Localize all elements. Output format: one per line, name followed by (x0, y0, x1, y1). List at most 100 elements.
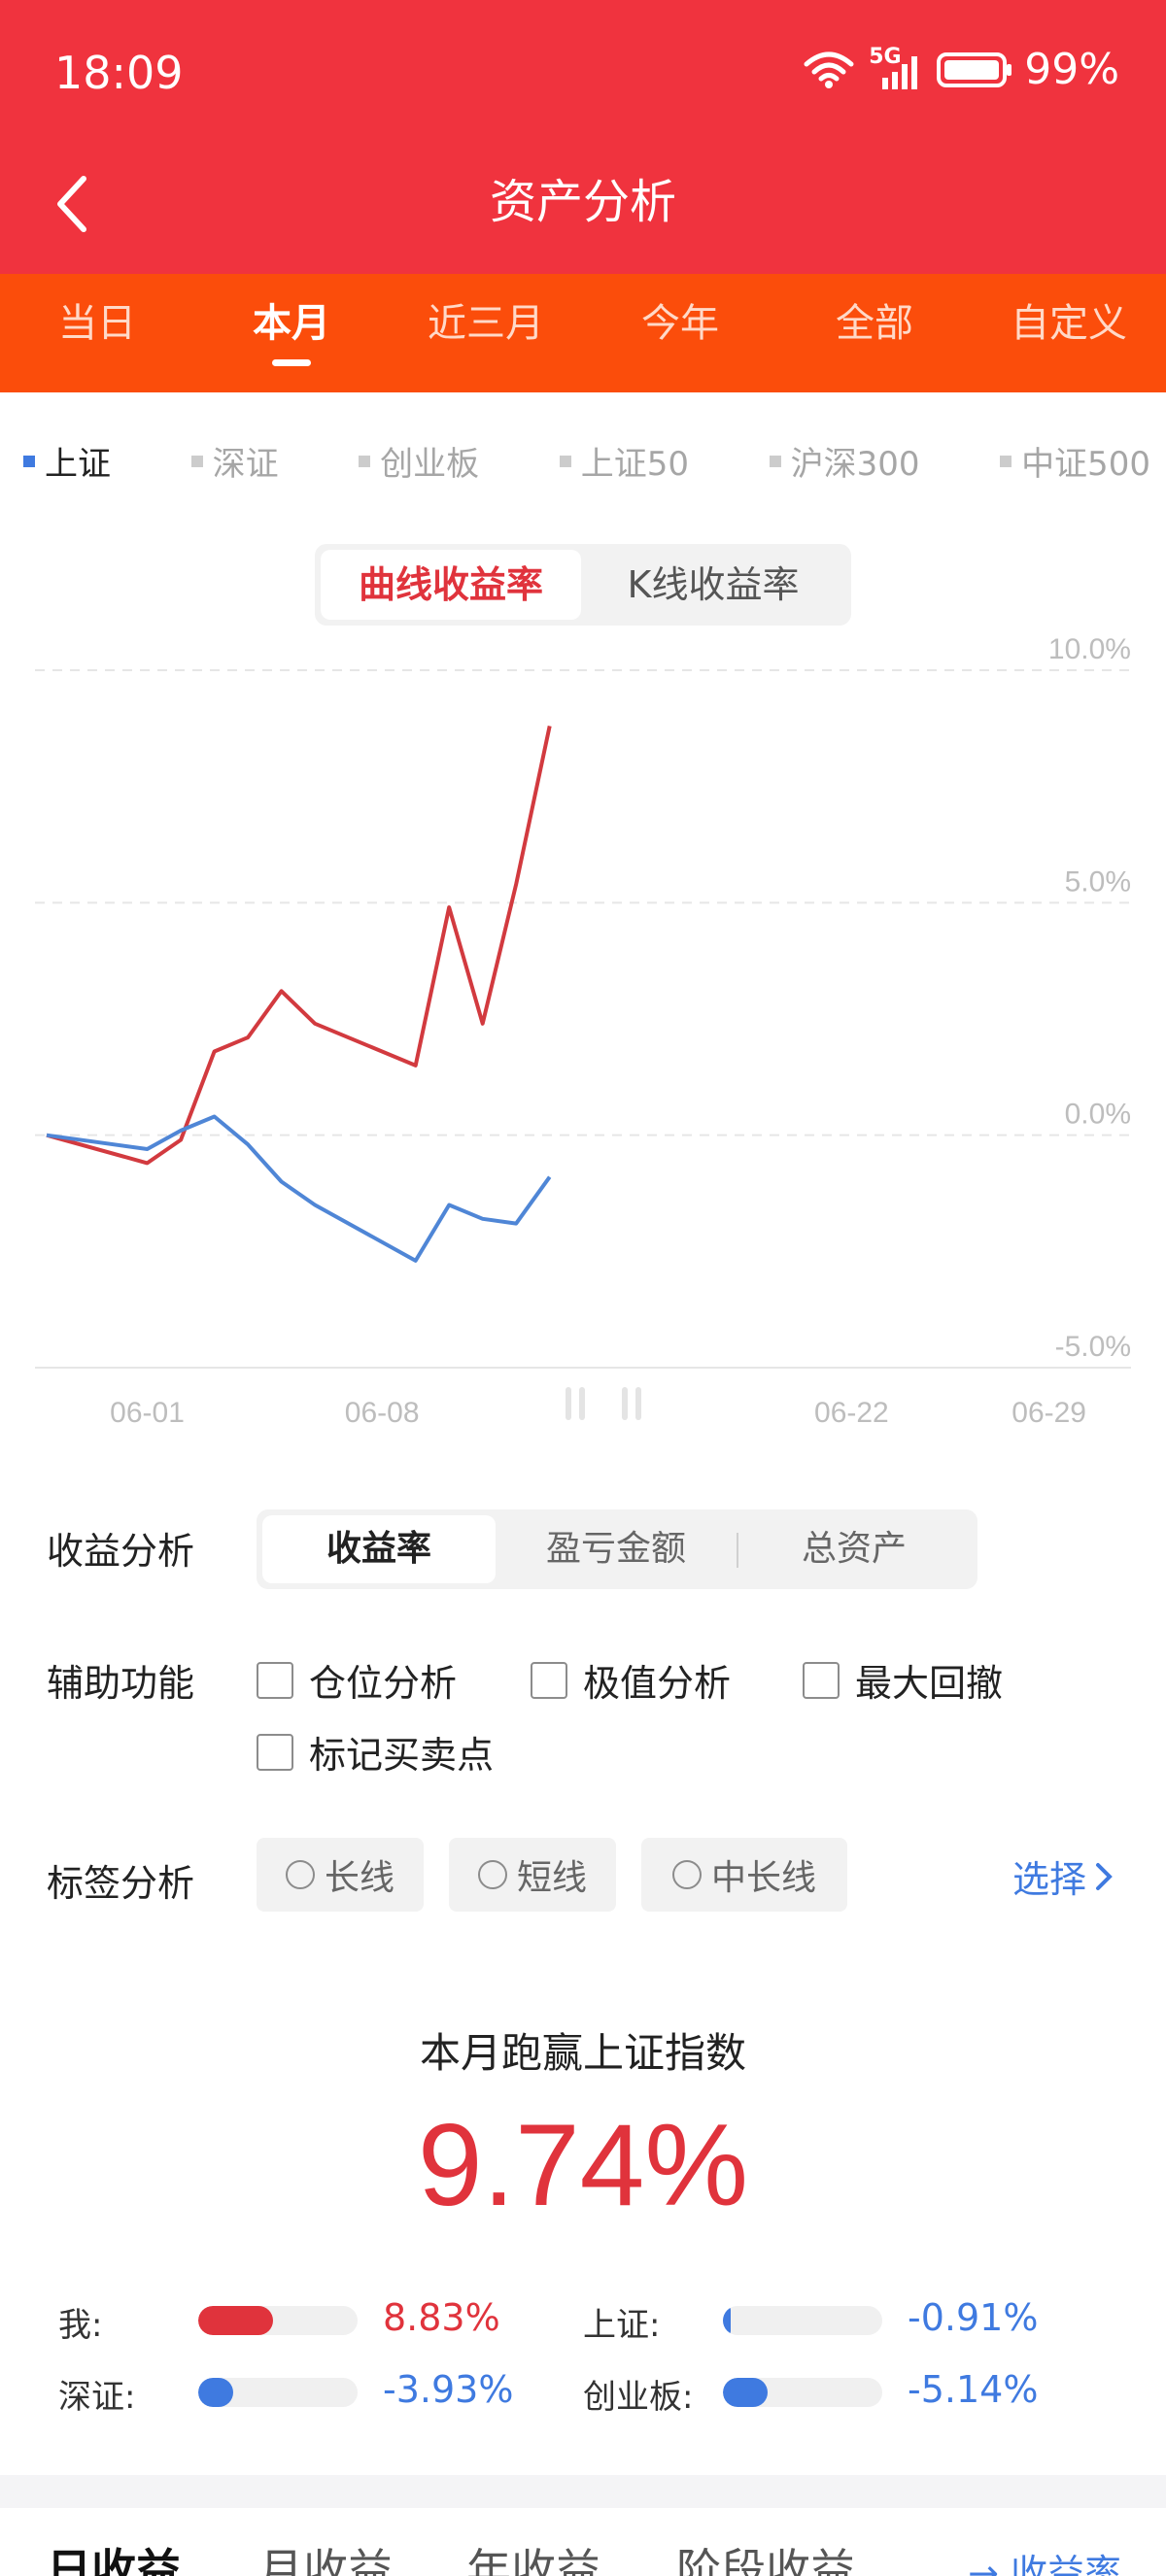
return-chart[interactable]: 10.0% 5.0% 0.0% -5.0% 06-01 06-08 06-22 06-29 (0, 622, 1166, 1438)
compare-bar-fill (723, 2306, 732, 2335)
legend-label: 沪深300 (790, 445, 920, 484)
legend-marker (190, 455, 203, 467)
aux-label: 辅助功能 (47, 1662, 195, 1705)
tab-today[interactable]: 当日 (0, 274, 194, 392)
checkbox-box[interactable] (531, 1661, 567, 1699)
chart-drag-handle[interactable] (635, 1387, 641, 1420)
legend-label: 上证 (45, 445, 111, 484)
analysis-option-return-rate[interactable]: 收益率 (262, 1515, 496, 1583)
x-tick-label: 06-22 (814, 1397, 889, 1429)
tab-three-months[interactable]: 近三月 (389, 274, 583, 392)
tag-label: 短线 (516, 1858, 587, 1898)
checkbox-label: 最大回撤 (855, 1662, 1004, 1705)
compare-bar-me (198, 2306, 358, 2335)
compare-bar-fill (198, 2378, 234, 2407)
checkbox-position-analysis[interactable]: 仓位分析 (257, 1653, 457, 1707)
legend-label: 创业板 (380, 445, 480, 484)
tab-this-year[interactable]: 今年 (583, 274, 777, 392)
checkbox-mark-trades[interactable]: 标记买卖点 (257, 1725, 494, 1779)
index-legend: 上证 深证 创业板 上证50 沪深300 中证500 (23, 437, 1150, 485)
compare-label-chinext: 创业板: (583, 2378, 694, 2417)
status-icons: 5G 99% (803, 45, 1119, 94)
radio-circle[interactable] (285, 1860, 315, 1889)
legend-marker (23, 455, 35, 467)
return-rate-link[interactable]: → 收益率 (968, 2543, 1121, 2576)
legend-item-chinext[interactable]: 创业板 (359, 437, 479, 485)
compare-label-shenzhen: 深证: (58, 2378, 136, 2417)
checkbox-box[interactable] (257, 1733, 293, 1771)
analysis-option-total-assets[interactable]: 总资产 (737, 1515, 972, 1583)
status-time: 18:09 (54, 47, 184, 99)
tab-all[interactable]: 全部 (777, 274, 972, 392)
compare-bar-chinext (723, 2378, 882, 2407)
compare-label-me: 我: (58, 2306, 103, 2345)
series-line-mine (46, 725, 552, 1166)
outperform-value: 9.74% (417, 2100, 749, 2230)
checkbox-label: 极值分析 (583, 1662, 732, 1705)
analysis-option-profit-amount[interactable]: 盈亏金额 (496, 1515, 737, 1583)
tab-label: 全部 (836, 301, 913, 346)
legend-marker (1000, 455, 1012, 467)
checkbox-label: 仓位分析 (309, 1662, 458, 1705)
y-tick-label: 5.0% (1065, 865, 1131, 898)
legend-label: 上证50 (580, 445, 689, 484)
tab-custom[interactable]: 自定义 (972, 274, 1166, 392)
chevron-right-icon (1096, 1862, 1113, 1890)
tag-mid-long-term[interactable]: 中长线 (641, 1838, 847, 1912)
compare-bar-fill (198, 2306, 274, 2335)
compare-value-me: 8.83% (383, 2296, 500, 2339)
checkbox-box[interactable] (803, 1661, 840, 1699)
chart-drag-handle[interactable] (622, 1387, 628, 1420)
status-bar: 18:09 5G 99% (0, 0, 1166, 146)
app-header: 18:09 5G 99% 资产分析 (0, 0, 1166, 274)
tag-short-term[interactable]: 短线 (449, 1838, 616, 1912)
analysis-label: 收益分析 (47, 1530, 195, 1573)
tab-stage-return[interactable]: 阶段收益 (676, 2535, 855, 2576)
curve-return-option[interactable]: 曲线收益率 (321, 550, 581, 620)
section-divider (0, 2475, 1166, 2508)
battery: 99% (937, 45, 1119, 94)
tag-long-term[interactable]: 长线 (257, 1838, 424, 1912)
period-tabs: 当日 本月 近三月 今年 全部 自定义 (0, 274, 1166, 392)
checkbox-max-drawdown[interactable]: 最大回撤 (803, 1653, 1003, 1707)
compare-value-chinext: -5.14% (908, 2368, 1039, 2411)
tag-select-label: 选择 (1012, 1858, 1086, 1901)
checkbox-extreme-analysis[interactable]: 极值分析 (531, 1653, 731, 1707)
series-line-index (46, 1114, 552, 1263)
tab-this-month[interactable]: 本月 (194, 274, 389, 392)
x-tick-label: 06-08 (345, 1397, 420, 1429)
tab-label: 当日 (58, 301, 136, 346)
battery-level: 99% (1024, 45, 1119, 94)
compare-bar-shenzhen (198, 2378, 358, 2407)
chart-drag-handle[interactable] (579, 1387, 585, 1420)
tags-label: 标签分析 (47, 1862, 195, 1905)
checkbox-label: 标记买卖点 (309, 1734, 495, 1777)
legend-item-csi300[interactable]: 沪深300 (769, 437, 920, 485)
tag-label: 长线 (324, 1858, 394, 1898)
checkbox-box[interactable] (257, 1661, 293, 1699)
summary-title: 本月跑赢上证指数 (419, 2029, 746, 2077)
radio-circle[interactable] (671, 1860, 702, 1889)
tab-monthly-return[interactable]: 月收益 (258, 2535, 393, 2576)
tag-select-link[interactable]: 选择 (1012, 1849, 1114, 1903)
tab-daily-return[interactable]: 日收益 (47, 2535, 181, 2576)
tab-label: 近三月 (428, 301, 544, 346)
kline-return-option[interactable]: K线收益率 (581, 550, 845, 620)
legend-item-sse50[interactable]: 上证50 (559, 437, 689, 485)
legend-label: 深证 (212, 445, 279, 484)
tab-yearly-return[interactable]: 年收益 (466, 2535, 600, 2576)
legend-item-csi500[interactable]: 中证500 (1000, 437, 1150, 485)
signal-5g-icon: 5G (869, 45, 923, 91)
tab-label: 今年 (641, 301, 719, 346)
legend-item-shenzhen[interactable]: 深证 (190, 437, 279, 485)
compare-label-shanghai: 上证: (583, 2306, 661, 2345)
radio-circle[interactable] (477, 1860, 507, 1889)
battery-icon (937, 51, 1012, 87)
compare-bar-fill (723, 2378, 768, 2407)
return-rate-label: 收益率 (1010, 2552, 1121, 2576)
bottom-tabs: 日收益 月收益 年收益 阶段收益 → 收益率 (0, 2535, 1166, 2576)
legend-item-shanghai[interactable]: 上证 (23, 437, 111, 485)
chart-drag-handle[interactable] (566, 1387, 571, 1420)
analysis-toggle: 收益率 盈亏金额 总资产 (257, 1509, 977, 1589)
compare-value-shenzhen: -3.93% (383, 2368, 514, 2411)
